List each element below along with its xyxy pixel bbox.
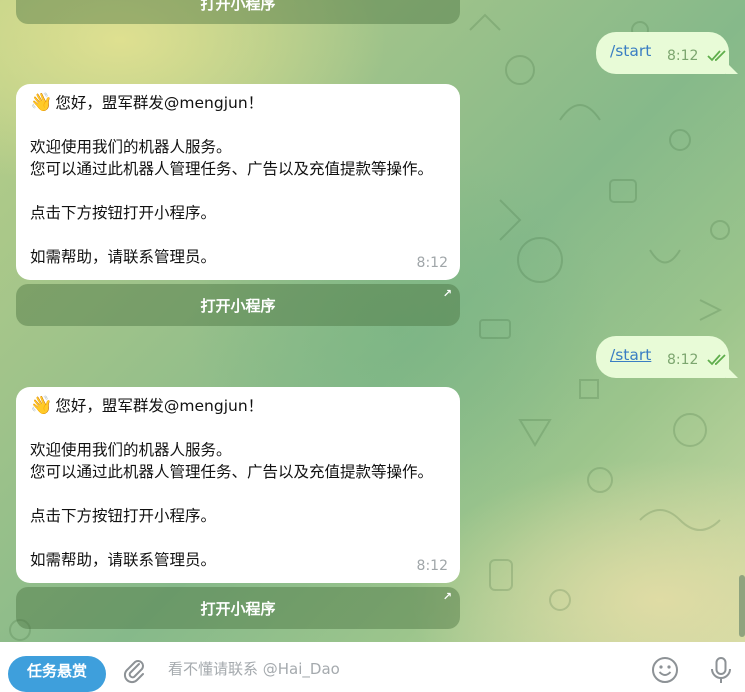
- microphone-icon[interactable]: [706, 655, 736, 685]
- task-bounty-button[interactable]: 任务悬赏: [8, 656, 106, 692]
- command-text[interactable]: /start: [610, 42, 651, 60]
- message-line: 如需帮助，请联系管理员。: [30, 551, 217, 569]
- open-miniapp-button[interactable]: 打开小程序 ↗: [16, 284, 460, 326]
- message-line: 欢迎使用我们的机器人服务。: [30, 441, 232, 459]
- external-arrow-icon: ↗: [442, 590, 452, 603]
- message-line: 点击下方按钮打开小程序。: [30, 507, 217, 525]
- external-arrow-icon: ↗: [442, 287, 452, 300]
- message-composer: 任务悬赏 看不懂请联系 @Hai_Dao: [0, 642, 745, 692]
- bot-message: 👋 您好，盟军群发@mengjun！ 欢迎使用我们的机器人服务。 您可以通过此机器…: [16, 84, 460, 280]
- message-line: 您可以通过此机器人管理任务、广告以及充值提款等操作。: [30, 160, 434, 178]
- smiley-icon[interactable]: [650, 655, 680, 685]
- message-time: 8:12: [667, 352, 699, 368]
- bot-message: 👋 您好，盟军群发@mengjun！ 欢迎使用我们的机器人服务。 您可以通过此机器…: [16, 387, 460, 583]
- message-line: 如需帮助，请联系管理员。: [30, 248, 217, 266]
- open-miniapp-button[interactable]: 打开小程序 ↗: [16, 587, 460, 629]
- open-miniapp-button-top[interactable]: 打开小程序: [16, 0, 460, 24]
- command-text[interactable]: /start: [610, 346, 651, 364]
- message-line: 欢迎使用我们的机器人服务。: [30, 138, 232, 156]
- waving-hand-icon: 👋: [30, 395, 53, 416]
- message-time: 8:12: [667, 48, 699, 64]
- message-time: 8:12: [416, 255, 448, 271]
- double-check-icon: [707, 354, 726, 366]
- greeting-text: 您好，盟军群发@mengjun！: [55, 94, 264, 112]
- waving-hand-icon: 👋: [30, 92, 53, 113]
- message-input[interactable]: 看不懂请联系 @Hai_Dao: [168, 658, 340, 679]
- open-miniapp-label: 打开小程序: [200, 599, 276, 618]
- outgoing-message: /start 8:12: [596, 32, 738, 74]
- open-miniapp-label: 打开小程序: [200, 296, 276, 315]
- paperclip-icon[interactable]: [120, 656, 148, 684]
- open-miniapp-label: 打开小程序: [200, 0, 276, 13]
- message-line: 您可以通过此机器人管理任务、广告以及充值提款等操作。: [30, 463, 434, 481]
- message-time: 8:12: [416, 558, 448, 574]
- greeting-text: 您好，盟军群发@mengjun！: [55, 397, 264, 415]
- message-line: 点击下方按钮打开小程序。: [30, 204, 217, 222]
- double-check-icon: [707, 50, 726, 62]
- chat-scrollbar[interactable]: [739, 575, 745, 637]
- outgoing-message: /start 8:12: [596, 336, 738, 378]
